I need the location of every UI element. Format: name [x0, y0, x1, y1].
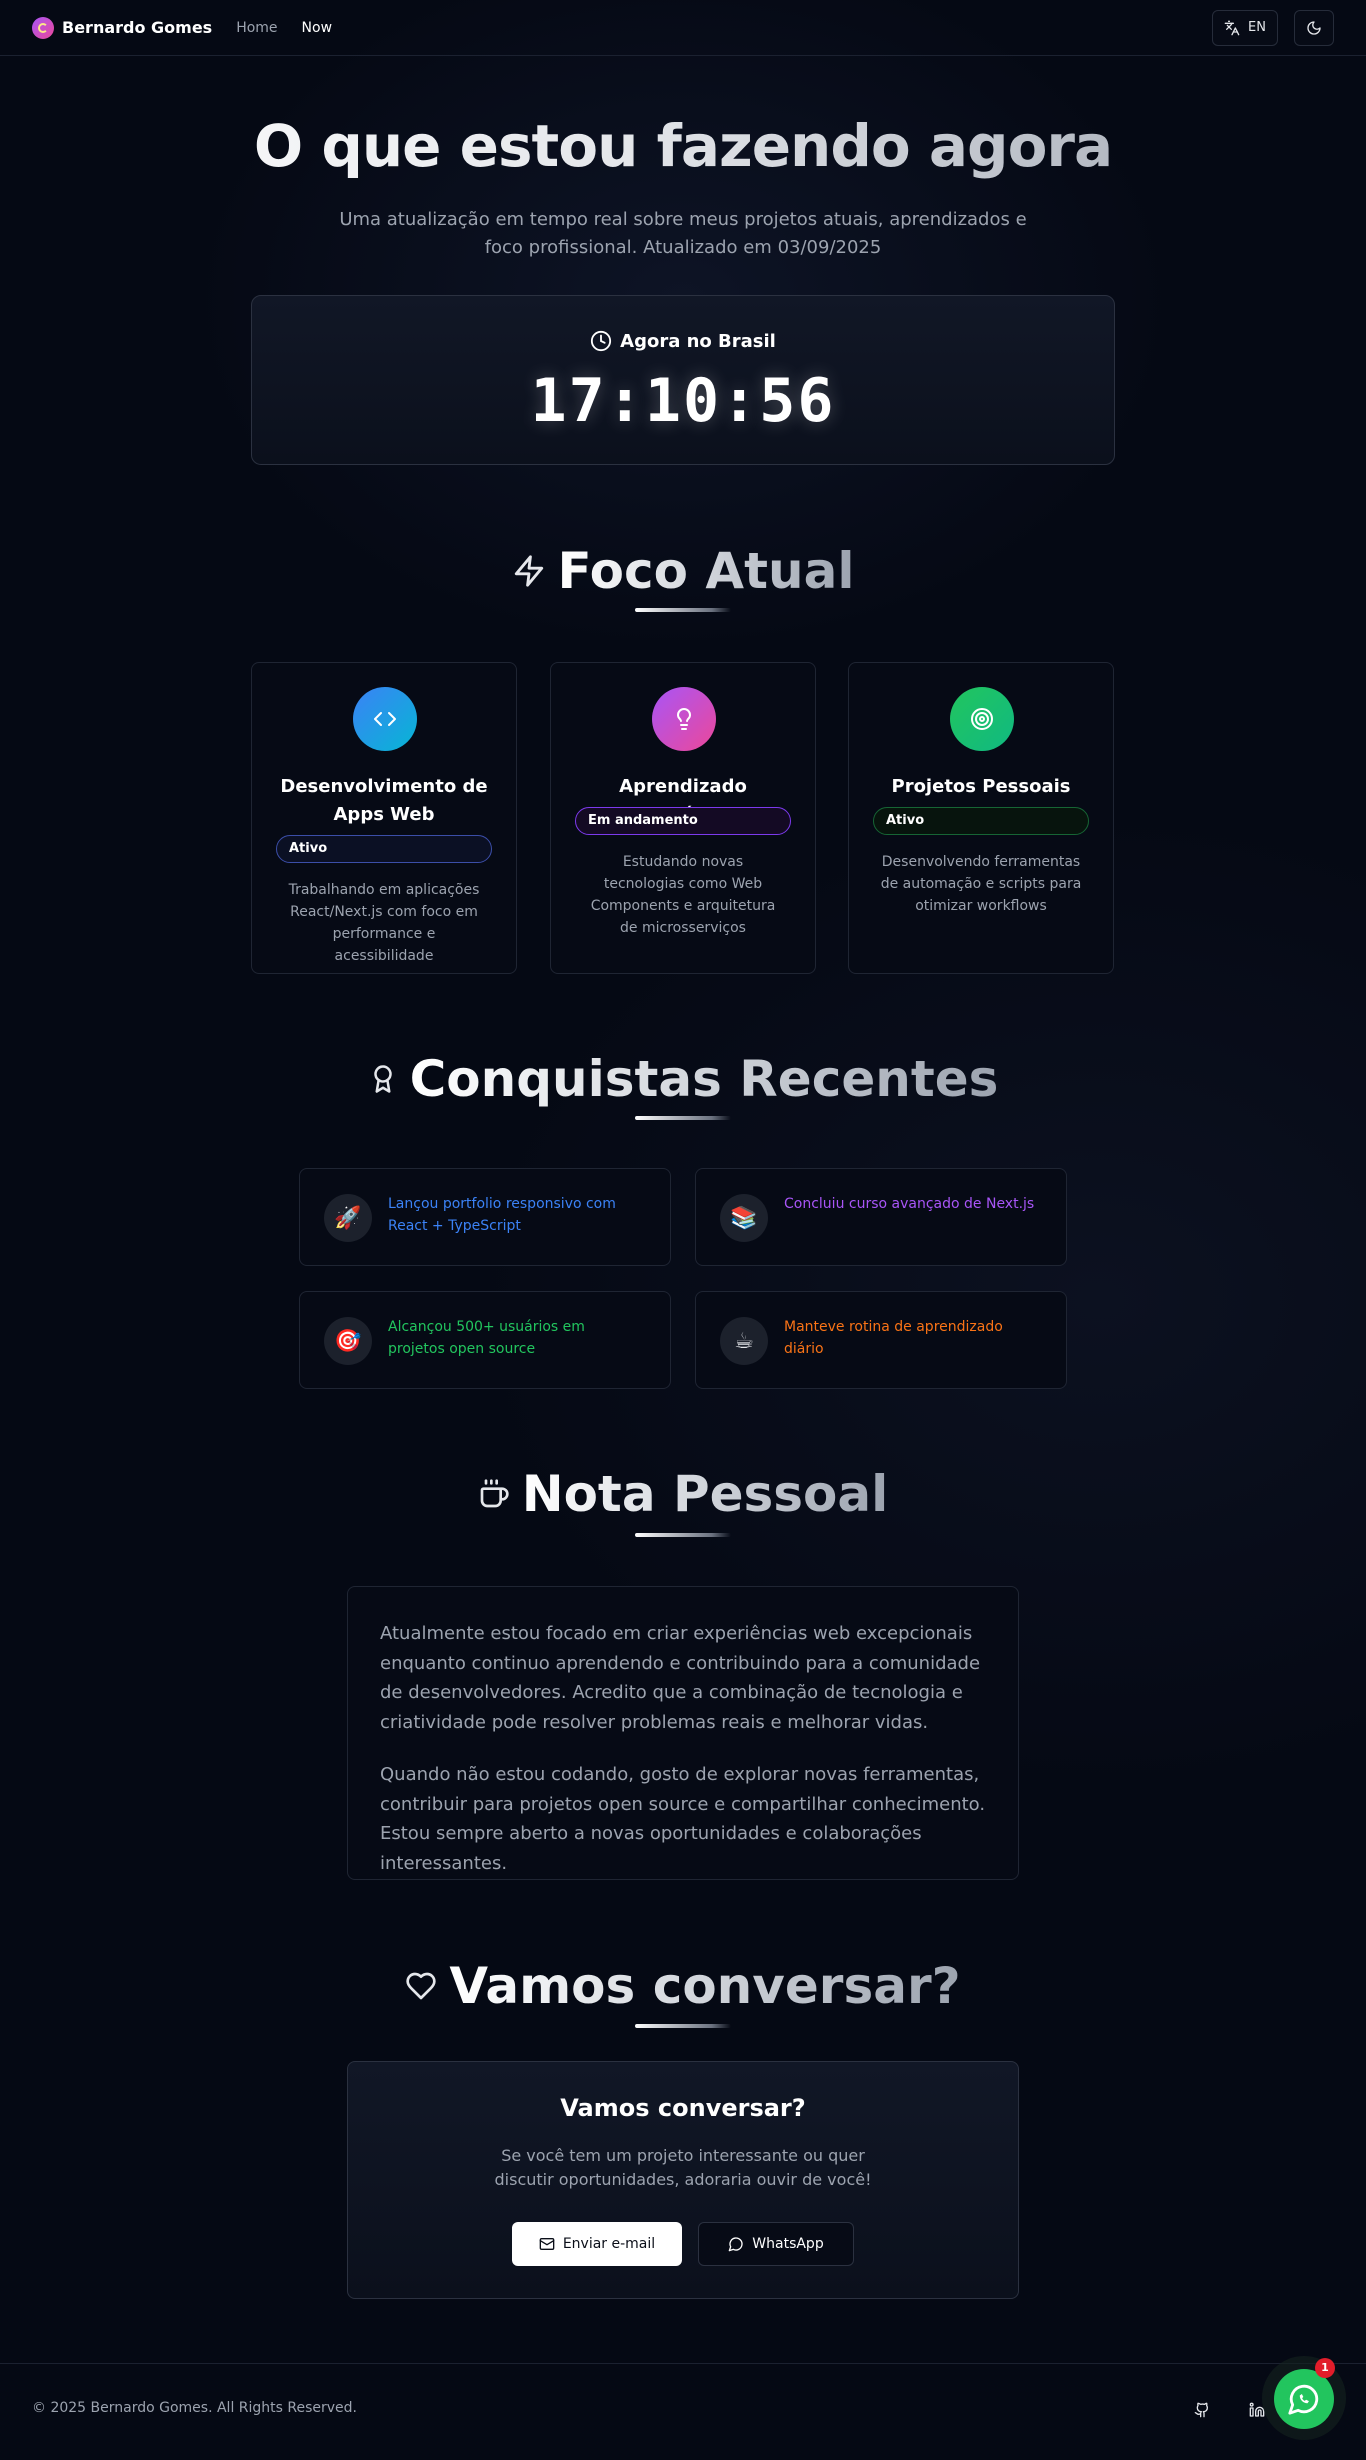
target-icon — [971, 708, 993, 730]
heart-icon — [406, 1972, 437, 2000]
contact-heading-text: Vamos conversar? — [449, 1957, 961, 2015]
code-icon — [374, 712, 396, 726]
note-heading-text: Nota Pessoal — [521, 1465, 889, 1523]
achievement-text: Lançou portfolio responsivo com React + … — [388, 1196, 616, 1234]
moon-icon — [1307, 20, 1321, 35]
achievement-card: ☕ Manteve rotina de aprendizado diário — [695, 1291, 1067, 1389]
clock-label: Agora no Brasil — [620, 330, 776, 352]
send-email-button[interactable]: Enviar e-mail — [512, 2222, 682, 2266]
books-icon: 📚 — [720, 1194, 768, 1242]
github-icon[interactable] — [1194, 2402, 1210, 2418]
clock-icon — [591, 330, 612, 352]
nav-link-home[interactable]: Home — [236, 20, 277, 36]
contact-card: Vamos conversar? Se você tem um projeto … — [347, 2061, 1019, 2299]
personal-note-card: Atualmente estou focado em criar experiê… — [347, 1586, 1019, 1880]
focus-card-projects: Projetos Pessoais Ativo Desenvolvendo fe… — [848, 662, 1114, 974]
page-subtitle: Uma atualização em tempo real sobre meus… — [339, 209, 1027, 258]
status-badge: Ativo — [873, 807, 1089, 835]
focus-card-web: Desenvolvimento de Apps Web Ativo Trabal… — [251, 662, 517, 974]
clock-label-row: Agora no Brasil — [252, 330, 1114, 352]
focus-icon-circle — [353, 687, 417, 751]
focus-card-description: Desenvolvendo ferramentas de automação e… — [880, 854, 1082, 914]
focus-card-description: Trabalhando em aplicações React/Next.js … — [288, 882, 480, 964]
coffee-icon: ☕ — [720, 1317, 768, 1365]
achievement-card: 📚 Concluiu curso avançado de Next.js — [695, 1168, 1067, 1266]
brand-name: Bernardo Gomes — [62, 18, 213, 37]
focus-card-learning: Aprendizado Contínuo Em andamento Estuda… — [550, 662, 816, 974]
mail-icon — [539, 2238, 555, 2250]
note-heading: Nota Pessoal — [0, 1459, 1366, 1529]
focus-icon-circle — [652, 687, 716, 751]
translate-icon — [1224, 20, 1240, 35]
dart-target-icon: 🎯 — [324, 1317, 372, 1365]
coffee-cup-icon — [480, 1479, 509, 1508]
zap-icon — [514, 555, 543, 587]
focus-card-description: Estudando novas tecnologias como Web Com… — [590, 854, 776, 936]
contact-heading: Vamos conversar? — [0, 1951, 1366, 2021]
status-badge: Em andamento — [575, 807, 791, 835]
achievement-text: Manteve rotina de aprendizado diário — [784, 1319, 1003, 1357]
award-icon — [373, 1065, 392, 1093]
rocket-icon: 🚀 — [324, 1194, 372, 1242]
lightbulb-icon — [677, 708, 691, 730]
nav-link-now[interactable]: Now — [302, 20, 333, 36]
focus-card-title: Projetos Pessoais — [891, 776, 1071, 797]
note-paragraph: Quando não estou codando, gosto de explo… — [380, 1764, 986, 1874]
whatsapp-button[interactable]: WhatsApp — [698, 2222, 854, 2266]
whatsapp-floating-button[interactable] — [1274, 2369, 1334, 2429]
brand-logo[interactable]: Bernardo Gomes — [32, 16, 213, 39]
focus-heading-text: Foco Atual — [557, 542, 855, 600]
whatsapp-label: WhatsApp — [752, 2236, 824, 2252]
clock-card: Agora no Brasil 17:10:56 — [251, 295, 1115, 465]
theme-toggle-button[interactable] — [1294, 9, 1334, 46]
contact-heading-underline — [635, 2024, 731, 2028]
achievement-text: Concluiu curso avançado de Next.js — [784, 1196, 1035, 1212]
language-label: EN — [1248, 20, 1266, 35]
whatsapp-icon — [1288, 2384, 1319, 2415]
language-toggle-button[interactable]: EN — [1212, 9, 1278, 46]
contact-card-title: Vamos conversar? — [560, 2094, 806, 2122]
note-heading-underline — [635, 1533, 731, 1537]
note-paragraph: Atualmente estou focado em criar experiê… — [380, 1623, 981, 1733]
focus-heading: Foco Atual — [0, 536, 1366, 606]
footer: © 2025 Bernardo Gomes. All Rights Reserv… — [0, 2363, 1366, 2460]
achievements-heading: Conquistas Recentes — [0, 1044, 1366, 1114]
focus-heading-underline — [635, 608, 731, 612]
focus-icon-circle — [950, 687, 1014, 751]
clock-time: 17:10:56 — [530, 366, 836, 436]
status-badge: Ativo — [276, 835, 492, 863]
achievement-text: Alcançou 500+ usuários em projetos open … — [388, 1319, 585, 1357]
achievements-heading-underline — [635, 1116, 731, 1120]
message-circle-icon — [728, 2237, 743, 2252]
focus-card-title: Desenvolvimento de Apps Web — [280, 776, 488, 825]
send-email-label: Enviar e-mail — [562, 2236, 656, 2252]
top-nav: Bernardo Gomes Home Now EN — [0, 0, 1366, 56]
page-title: O que estou fazendo agora — [0, 112, 1366, 180]
achievement-card: 🎯 Alcançou 500+ usuários em projetos ope… — [299, 1291, 671, 1389]
footer-copyright: © 2025 Bernardo Gomes. All Rights Reserv… — [32, 2400, 358, 2416]
brand-logo-icon — [32, 16, 54, 39]
whatsapp-notification-badge: 1 — [1315, 2358, 1335, 2378]
achievements-heading-text: Conquistas Recentes — [409, 1050, 999, 1108]
achievement-card: 🚀 Lançou portfolio responsivo com React … — [299, 1168, 671, 1266]
contact-card-subtitle: Se você tem um projeto interessante ou q… — [494, 2146, 872, 2189]
